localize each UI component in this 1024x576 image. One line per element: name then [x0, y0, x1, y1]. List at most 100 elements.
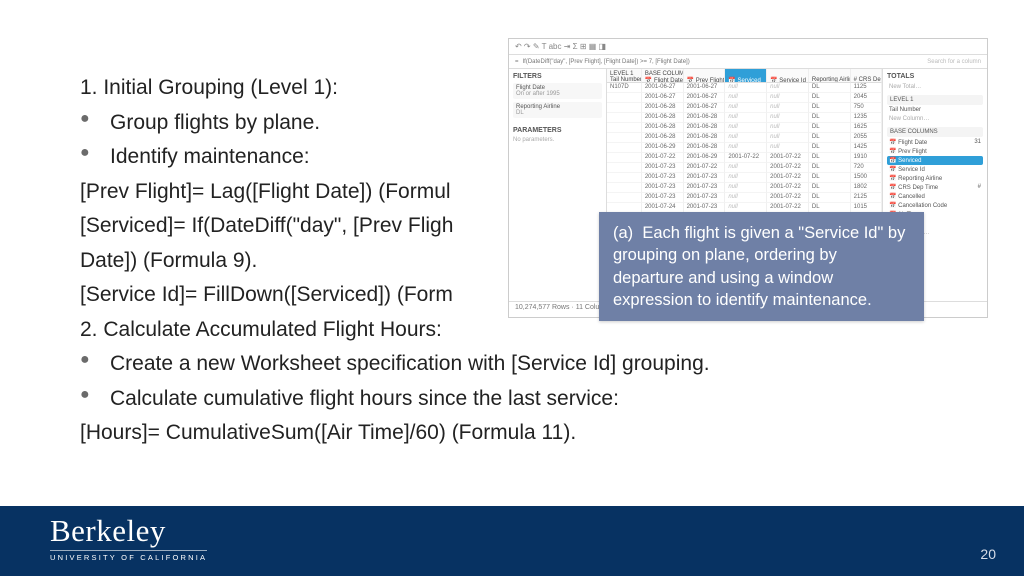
ss-formula-bar: = If(DateDiff("day", [Prev Flight], [Fli… — [509, 55, 987, 69]
ss-header-row: LEVEL 1Tail Number BASE COLUMNS📅 Flight … — [607, 69, 882, 83]
cell-crs: 1625 — [851, 123, 882, 133]
cell-crs: 1500 — [851, 173, 882, 183]
cell-tail — [607, 193, 642, 203]
cell-ra: DL — [809, 103, 851, 113]
logo-main: Berkeley — [50, 513, 207, 549]
filters-title: FILTERS — [513, 73, 602, 80]
right-item-name: 📅 Prev Flight — [889, 148, 927, 155]
callout-box: (a) Each flight is given a "Service Id" … — [599, 212, 924, 321]
right-item: 📅 Cancelled — [887, 192, 983, 201]
table-row: 2001-06-282001-06-28nullnullDL2055 — [607, 133, 882, 143]
cell-fd: 2001-06-28 — [642, 103, 684, 113]
cell-tail — [607, 143, 642, 153]
cell-sv: null — [725, 143, 767, 153]
filter-airline: Reporting Airline DL — [513, 102, 602, 118]
right-item-badge: # — [978, 184, 981, 191]
right-item-name: 📅 Cancelled — [889, 193, 925, 200]
page-number: 20 — [980, 546, 996, 562]
cell-crs: 1425 — [851, 143, 882, 153]
right-item-name: 📅 Flight Date — [889, 139, 927, 146]
cell-fd: 2001-07-22 — [642, 153, 684, 163]
cell-sv: null — [725, 163, 767, 173]
cell-pf: 2001-07-22 — [684, 163, 726, 173]
cell-pf: 2001-07-23 — [684, 183, 726, 193]
right-item-name: 📅 Serviced — [889, 157, 921, 164]
col-service-id: 📅 Service Id — [767, 69, 809, 83]
col-serviced: 📅 Serviced — [725, 69, 767, 83]
right-item: 📅 Serviced — [887, 156, 983, 165]
search-input: Search for a column — [927, 59, 981, 65]
table-row: 2001-06-272001-06-27nullnullDL2045 — [607, 93, 882, 103]
right-item-name: 📅 Service Id — [889, 166, 925, 173]
ss-left-pane: FILTERS Flight Date On or after 1995 Rep… — [509, 69, 607, 301]
cell-sv: null — [725, 103, 767, 113]
cell-pf: 2001-06-28 — [684, 123, 726, 133]
cell-pf: 2001-06-28 — [684, 113, 726, 123]
cell-sv: null — [725, 193, 767, 203]
formula-text: If(DateDiff("day", [Prev Flight], [Fligh… — [523, 59, 690, 65]
cell-sid: null — [767, 113, 809, 123]
cell-pf: 2001-06-29 — [684, 153, 726, 163]
cell-tail — [607, 113, 642, 123]
filter-ra-value: DL — [516, 110, 599, 116]
cell-sid: 2001-07-22 — [767, 183, 809, 193]
cell-crs: 1125 — [851, 83, 882, 93]
cell-pf: 2001-06-27 — [684, 103, 726, 113]
cell-tail — [607, 123, 642, 133]
col-flight-date: BASE COLUMNS📅 Flight Date — [642, 69, 684, 83]
cell-tail — [607, 93, 642, 103]
right-item: 📅 CRS Dep Time# — [887, 183, 983, 192]
right-level1: LEVEL 1 — [887, 95, 983, 105]
right-item-name: 📅 Cancellation Code — [889, 202, 947, 209]
params-title: PARAMETERS — [513, 127, 602, 134]
cell-sv: null — [725, 123, 767, 133]
cell-fd: 2001-07-23 — [642, 193, 684, 203]
right-item-badge: 31 — [974, 139, 981, 146]
cell-sv: null — [725, 93, 767, 103]
cell-tail — [607, 103, 642, 113]
table-row: 2001-06-282001-06-27nullnullDL750 — [607, 103, 882, 113]
berkeley-logo: Berkeley UNIVERSITY OF CALIFORNIA — [50, 513, 207, 562]
new-total: New Total… — [887, 83, 983, 91]
col-level1: LEVEL 1Tail Number — [607, 69, 642, 83]
right-newcol: New Column… — [887, 115, 983, 123]
cell-sid: 2001-07-22 — [767, 153, 809, 163]
col-crs: # CRS Dep Time — [851, 69, 882, 83]
cell-pf: 2001-06-28 — [684, 133, 726, 143]
cell-fd: 2001-07-23 — [642, 183, 684, 193]
params-value: No parameters. — [513, 137, 602, 143]
cell-crs: 1235 — [851, 113, 882, 123]
cell-tail — [607, 133, 642, 143]
right-item: 📅 Prev Flight — [887, 147, 983, 156]
col-reporting: Reporting Airline — [809, 69, 851, 83]
cell-tail: N107D — [607, 83, 642, 93]
cell-tail — [607, 153, 642, 163]
cell-crs: 2055 — [851, 133, 882, 143]
cell-sid: null — [767, 83, 809, 93]
cell-tail — [607, 183, 642, 193]
table-row: 2001-07-232001-07-22null2001-07-22DL720 — [607, 163, 882, 173]
right-item: 📅 Reporting Airline — [887, 174, 983, 183]
cell-ra: DL — [809, 83, 851, 93]
step2-bullet-1: Create a new Worksheet specification wit… — [80, 348, 984, 381]
right-tail: Tail Number — [887, 106, 983, 114]
cell-ra: DL — [809, 93, 851, 103]
cell-sid: null — [767, 103, 809, 113]
table-row: 2001-06-292001-06-28nullnullDL1425 — [607, 143, 882, 153]
cell-sv: null — [725, 83, 767, 93]
table-row: 2001-07-232001-07-23null2001-07-22DL1500 — [607, 173, 882, 183]
cell-fd: 2001-06-27 — [642, 93, 684, 103]
cell-pf: 2001-07-23 — [684, 173, 726, 183]
cell-pf: 2001-06-28 — [684, 143, 726, 153]
cell-tail — [607, 163, 642, 173]
cell-tail — [607, 173, 642, 183]
cell-ra: DL — [809, 133, 851, 143]
filter-fd-value: On or after 1995 — [516, 91, 599, 97]
right-item-name: 📅 Reporting Airline — [889, 175, 942, 182]
cell-pf: 2001-06-27 — [684, 93, 726, 103]
right-item: 📅 Cancellation Code — [887, 201, 983, 210]
cell-sid: 2001-07-22 — [767, 163, 809, 173]
cell-fd: 2001-06-28 — [642, 113, 684, 123]
table-row: 2001-07-232001-07-23null2001-07-22DL1802 — [607, 183, 882, 193]
cell-sid: 2001-07-22 — [767, 173, 809, 183]
